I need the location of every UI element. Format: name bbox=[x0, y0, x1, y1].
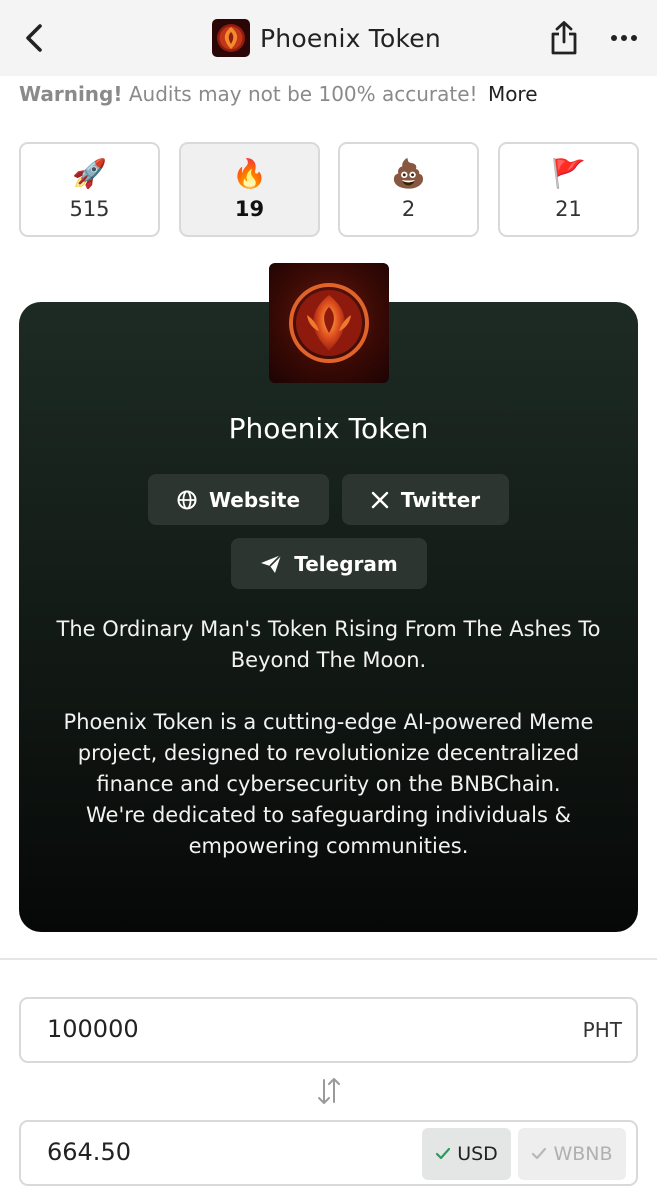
rocket-icon: 🚀 bbox=[72, 156, 107, 190]
token-name: Phoenix Token bbox=[228, 412, 429, 445]
section-divider bbox=[0, 958, 657, 960]
stat-poop-button[interactable]: 💩 2 bbox=[338, 142, 479, 237]
back-button[interactable] bbox=[14, 18, 54, 58]
globe-icon bbox=[177, 490, 197, 509]
twitter-label: Twitter bbox=[400, 487, 481, 512]
telegram-icon bbox=[261, 553, 282, 573]
share-icon bbox=[551, 21, 577, 55]
converted-amount-value: 664.50 bbox=[47, 1138, 131, 1166]
check-icon bbox=[436, 1147, 451, 1160]
token-amount-input[interactable]: 100000 PHT bbox=[19, 997, 638, 1063]
check-icon bbox=[532, 1147, 547, 1160]
share-button[interactable] bbox=[544, 16, 584, 60]
stat-count: 21 bbox=[555, 196, 582, 221]
red-flag-icon: 🚩 bbox=[551, 156, 586, 190]
warning-label: Warning! bbox=[19, 82, 123, 106]
currency-usd-button[interactable]: USD bbox=[422, 1128, 511, 1180]
stat-red-flag-button[interactable]: 🚩 21 bbox=[498, 142, 639, 237]
page-title: Phoenix Token bbox=[260, 23, 441, 53]
phoenix-icon bbox=[289, 283, 369, 363]
token-amount-value: 100000 bbox=[47, 1015, 139, 1043]
swap-arrows-icon bbox=[318, 1078, 340, 1104]
currency-wbnb-button[interactable]: WBNB bbox=[518, 1128, 626, 1180]
stat-count: 515 bbox=[69, 196, 110, 221]
stat-count: 19 bbox=[234, 196, 265, 221]
stat-fire-button[interactable]: 🔥 19 bbox=[179, 142, 320, 237]
top-bar: Phoenix Token bbox=[0, 0, 657, 76]
token-description: The Ordinary Man's Token Rising From The… bbox=[49, 614, 608, 862]
x-logo-icon bbox=[371, 491, 389, 508]
more-options-button[interactable] bbox=[604, 22, 644, 54]
twitter-button[interactable]: Twitter bbox=[342, 474, 509, 525]
description-body: Phoenix Token is a cutting-edge AI-power… bbox=[63, 710, 594, 796]
website-label: Website bbox=[208, 487, 301, 512]
token-symbol: PHT bbox=[582, 1018, 622, 1042]
warning-more-link[interactable]: More bbox=[488, 82, 538, 106]
audit-warning: Warning! Audits may not be 100% accurate… bbox=[19, 82, 538, 106]
converted-amount-field[interactable]: 664.50 USD WBNB bbox=[19, 1120, 638, 1186]
token-logo-small bbox=[212, 19, 250, 57]
phoenix-icon bbox=[217, 24, 245, 52]
header-title-group: Phoenix Token bbox=[212, 19, 441, 57]
telegram-label: Telegram bbox=[294, 551, 398, 576]
description-tagline: The Ordinary Man's Token Rising From The… bbox=[56, 617, 601, 672]
swap-direction-button[interactable] bbox=[314, 1074, 344, 1108]
more-dots-icon bbox=[611, 35, 637, 41]
chevron-left-icon bbox=[26, 24, 42, 52]
poop-icon: 💩 bbox=[391, 156, 426, 190]
description-mission: We're dedicated to safeguarding individu… bbox=[85, 803, 572, 858]
currency-wbnb-label: WBNB bbox=[553, 1143, 613, 1165]
token-logo bbox=[269, 263, 389, 383]
currency-usd-label: USD bbox=[457, 1143, 498, 1165]
website-button[interactable]: Website bbox=[148, 474, 329, 525]
stat-rocket-button[interactable]: 🚀 515 bbox=[19, 142, 160, 237]
telegram-button[interactable]: Telegram bbox=[231, 538, 427, 589]
stat-count: 2 bbox=[401, 196, 416, 221]
warning-text: Audits may not be 100% accurate! bbox=[122, 82, 484, 106]
fire-icon: 🔥 bbox=[232, 156, 267, 190]
